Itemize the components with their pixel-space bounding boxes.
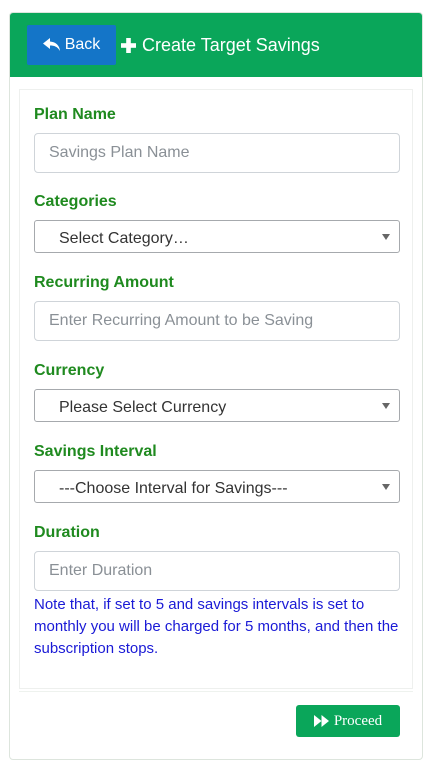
card-header: Back Create Target Savings xyxy=(10,13,422,77)
chevron-down-icon xyxy=(382,403,390,409)
currency-label: Currency xyxy=(34,362,105,379)
reply-arrow-icon xyxy=(42,38,61,52)
plan-name-input[interactable] xyxy=(34,133,400,173)
savings-interval-select[interactable]: ---Choose Interval for Savings--- xyxy=(34,470,400,503)
categories-selected-value: Select Category… xyxy=(59,230,189,247)
duration-note: Note that, if set to 5 and savings inter… xyxy=(34,596,399,657)
page-title: Create Target Savings xyxy=(121,25,320,65)
plus-icon xyxy=(121,37,136,53)
create-target-savings-card: Back Create Target Savings Plan Name Cat… xyxy=(9,12,423,760)
duration-input[interactable] xyxy=(34,551,400,591)
chevron-down-icon xyxy=(382,484,390,490)
back-button-label: Back xyxy=(64,36,101,53)
proceed-button-label: Proceed xyxy=(333,712,383,729)
categories-select[interactable]: Select Category… xyxy=(34,220,400,253)
page-title-text: Create Target Savings xyxy=(142,34,320,55)
categories-label: Categories xyxy=(34,193,117,210)
currency-selected-value: Please Select Currency xyxy=(59,399,227,416)
recurring-amount-input[interactable] xyxy=(34,301,400,341)
back-button[interactable]: Back xyxy=(27,25,116,65)
duration-label: Duration xyxy=(34,524,100,541)
proceed-button[interactable]: Proceed xyxy=(296,705,400,737)
savings-interval-selected-value: ---Choose Interval for Savings--- xyxy=(59,480,288,497)
currency-select[interactable]: Please Select Currency xyxy=(34,389,400,422)
chevron-down-icon xyxy=(382,234,390,240)
plan-name-label: Plan Name xyxy=(34,106,116,123)
fast-forward-icon xyxy=(313,715,330,727)
savings-interval-label: Savings Interval xyxy=(34,443,157,460)
recurring-amount-label: Recurring Amount xyxy=(34,274,174,291)
footer-divider xyxy=(19,691,413,692)
